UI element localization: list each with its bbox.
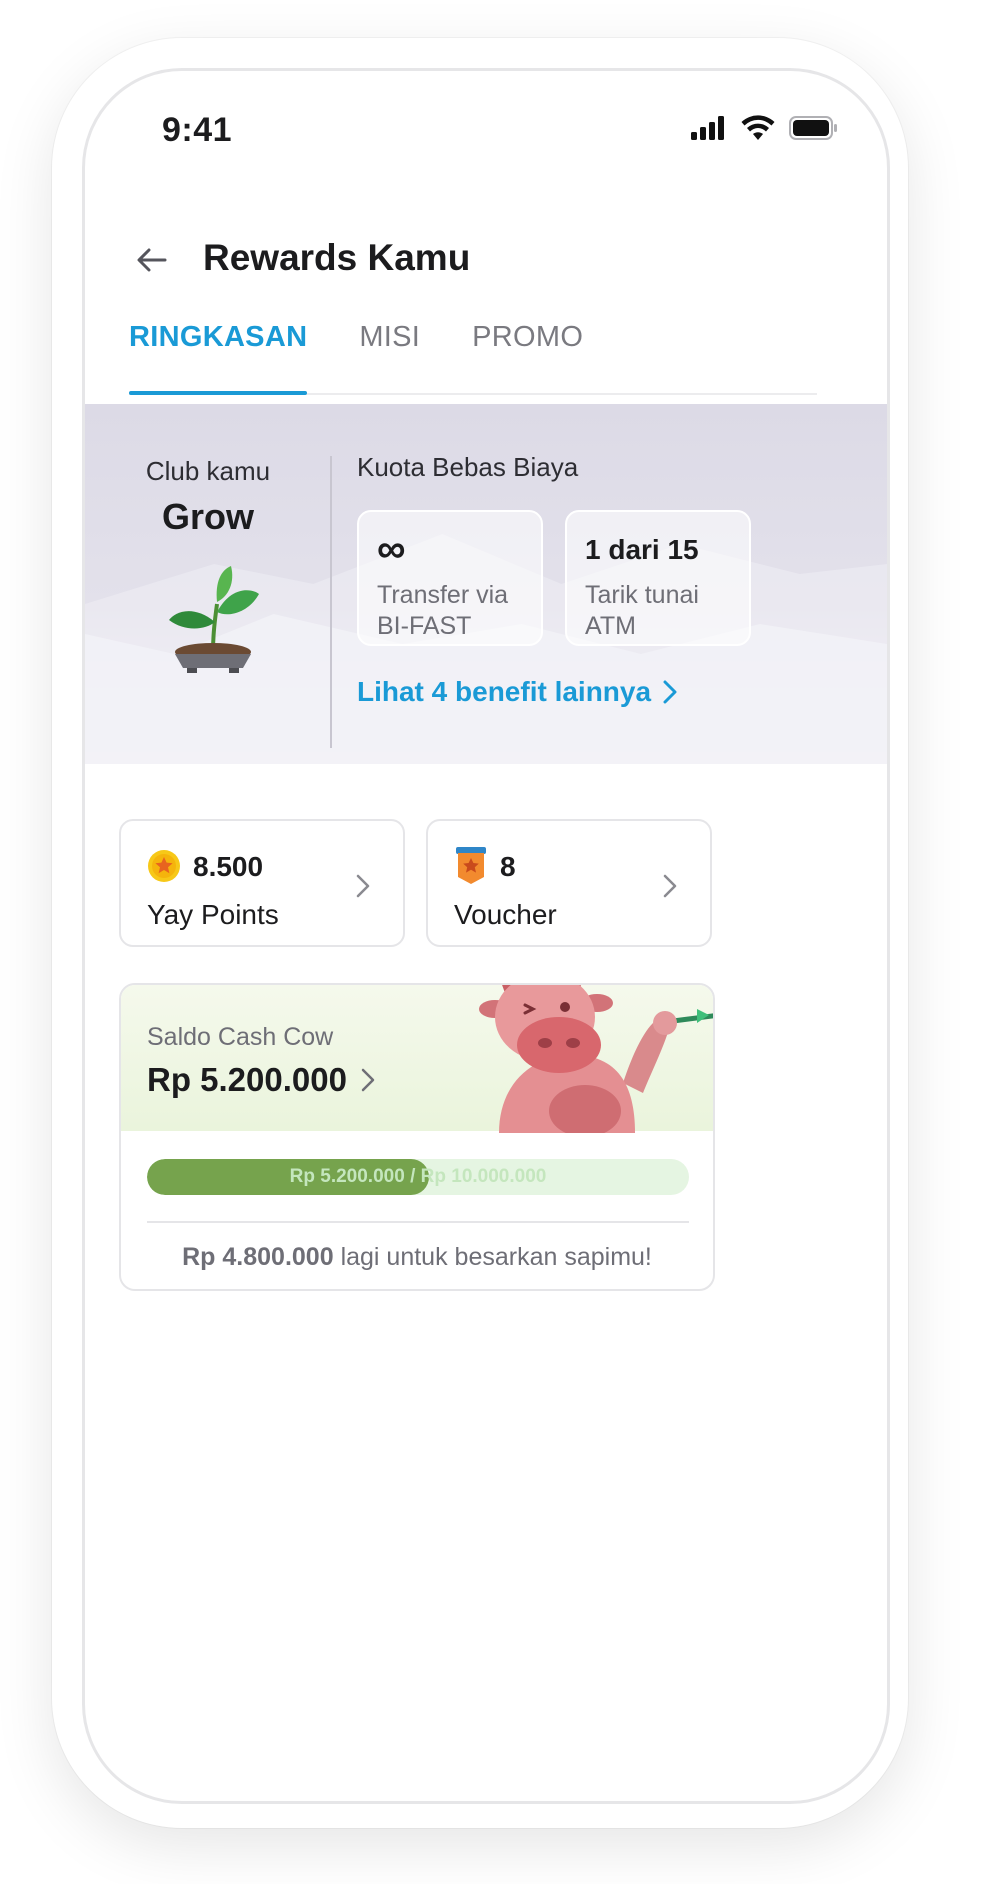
club-divider (330, 456, 332, 748)
tab-promo[interactable]: PROMO (472, 321, 583, 393)
quota-description: Tarik tunai ATM (585, 580, 745, 642)
page-title: Rewards Kamu (203, 237, 471, 278)
quota-card-transfer: ∞ Transfer via BI-FAST (357, 510, 543, 646)
club-name: Grow (161, 496, 254, 537)
progress-target: Rp 10.000.000 (420, 1166, 547, 1187)
club-label: Club kamu (145, 456, 271, 486)
quota-desc-line: ATM (585, 612, 636, 640)
yay-points-card[interactable]: 8.500 Yay Points (119, 819, 405, 947)
club-summary: Club kamu Grow (85, 404, 331, 764)
remaining-message: lagi untuk besarkan sapimu! (333, 1243, 652, 1271)
quota-value: 1 dari 15 (585, 534, 699, 565)
progress-text: Rp 5.200.000 / Rp 10.000.000 (147, 1159, 689, 1195)
quota-value: ∞ (377, 527, 406, 571)
quota-card-atm: 1 dari 15 Tarik tunai ATM (565, 510, 751, 646)
more-benefits-link[interactable]: Lihat 4 benefit lainnya (357, 676, 677, 708)
cash-cow-header[interactable]: Saldo Cash Cow Rp 5.200.000 (121, 985, 713, 1133)
progress-separator: / (404, 1166, 421, 1187)
cash-cow-card: Saldo Cash Cow Rp 5.200.000 Rp 5.200.000… (119, 983, 715, 1291)
phone-screen: 9:41 Rewards Kamu RINGKASAN MISI PROMO C… (82, 68, 890, 1804)
cow-mascot-icon (479, 985, 713, 1133)
voucher-label: Voucher (454, 899, 557, 930)
cash-cow-label: Saldo Cash Cow (147, 1023, 334, 1051)
quota-description: Transfer via BI-FAST (377, 580, 537, 642)
cash-cow-progress-bar: Rp 5.200.000 / Rp 10.000.000 (147, 1159, 689, 1195)
cash-cow-divider (147, 1221, 689, 1223)
more-benefits-label: Lihat 4 benefit lainnya (357, 676, 652, 707)
chevron-right-icon (663, 874, 677, 898)
chevron-right-icon (361, 1068, 375, 1092)
quota-desc-line: Tarik tunai (585, 581, 699, 609)
progress-current: Rp 5.200.000 (289, 1166, 405, 1187)
points-value: 8.500 (193, 851, 264, 882)
arrow-left-icon[interactable] (135, 243, 169, 277)
voucher-icon (456, 847, 486, 884)
signal-icon (691, 116, 724, 140)
plant-pot-icon (169, 566, 259, 673)
tab-bar: RINGKASAN MISI PROMO (129, 321, 817, 395)
cash-cow-remaining-text: Rp 4.800.000 lagi untuk besarkan sapimu! (121, 1243, 713, 1272)
wifi-icon (741, 115, 775, 140)
tab-misi[interactable]: MISI (359, 321, 420, 393)
status-time: 9:41 (162, 111, 233, 149)
club-banner: Club kamu Grow Kuota Bebas Biaya ∞ Trans… (85, 404, 887, 764)
quota-title: Kuota Bebas Biaya (357, 452, 579, 482)
coin-star-icon (148, 850, 180, 882)
cash-cow-amount: Rp 5.200.000 (147, 1061, 347, 1098)
battery-icon (789, 116, 837, 140)
quota-desc-line: Transfer via (377, 581, 509, 609)
chevron-right-icon (663, 680, 677, 704)
chevron-right-icon (356, 874, 370, 898)
status-icons (691, 115, 839, 141)
quota-desc-line: BI-FAST (377, 612, 472, 640)
status-bar: 9:41 (85, 71, 887, 191)
page-header: Rewards Kamu (85, 221, 887, 301)
remaining-amount: Rp 4.800.000 (182, 1243, 334, 1271)
tab-ringkasan[interactable]: RINGKASAN (129, 321, 308, 395)
cash-cow-amount-row: Rp 5.200.000 (147, 1061, 375, 1099)
voucher-card[interactable]: 8 Voucher (426, 819, 712, 947)
points-label: Yay Points (147, 899, 279, 930)
voucher-value: 8 (500, 851, 516, 882)
